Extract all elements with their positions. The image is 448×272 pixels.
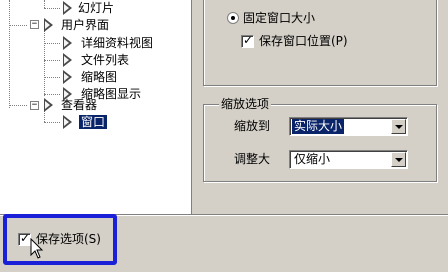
page-icon (44, 18, 54, 32)
adjust-value: 仅缩小 (294, 152, 331, 166)
tree-guide-line (44, 43, 60, 44)
page-icon (63, 115, 73, 129)
tree-guide-line (44, 94, 60, 95)
tree-item-window[interactable]: 窗口 (79, 113, 108, 131)
tree-guide-line (44, 28, 45, 96)
zoom-to-dropdown[interactable]: 实际大小 (289, 117, 408, 136)
tree-guide-line (9, 105, 27, 106)
chevron-down-icon[interactable] (391, 119, 406, 134)
zoom-to-value: 实际大小 (292, 119, 345, 134)
page-icon (44, 98, 54, 112)
tree-guide-line (44, 77, 60, 78)
tree-item-user-interface[interactable]: 用户界面 (61, 16, 109, 34)
tree-guide-line (44, 122, 60, 123)
zoom-options-group (203, 104, 437, 182)
tree-guide-line (9, 25, 27, 26)
highlight-frame (3, 214, 117, 265)
adjust-label: 调整大 (234, 152, 271, 166)
page-icon (63, 36, 73, 50)
save-window-position-label: 保存窗口位置(P) (259, 34, 348, 48)
tree-item-slideshow[interactable]: 幻灯片 (78, 0, 114, 17)
settings-tree[interactable]: 幻灯片 − 用户界面 详细资料视图 文件列表 缩略图 缩略图显示 − 查看器 窗… (0, 0, 192, 215)
tree-guide-line (44, 60, 60, 61)
tree-item-file-list[interactable]: 文件列表 (81, 51, 129, 69)
collapse-toggle-icon[interactable]: − (30, 20, 39, 29)
tree-item-thumbnails[interactable]: 缩略图 (81, 68, 117, 86)
page-icon (63, 1, 73, 15)
collapse-toggle-icon[interactable]: − (30, 101, 39, 110)
tree-guide-line (44, 0, 45, 8)
tree-item-viewer[interactable]: 查看器 (61, 96, 97, 114)
fixed-window-size-label: 固定窗口大小 (243, 11, 316, 25)
page-icon (63, 70, 73, 84)
tree-item-details-view[interactable]: 详细资料视图 (81, 34, 153, 52)
save-window-position-checkbox[interactable]: ✓ (241, 33, 254, 48)
zoom-to-label: 缩放到 (234, 119, 271, 133)
chevron-down-icon[interactable] (391, 152, 406, 167)
adjust-dropdown[interactable]: 仅缩小 (289, 150, 408, 169)
zoom-options-title: 缩放选项 (219, 96, 272, 112)
fixed-window-size-radio[interactable] (227, 12, 239, 24)
tree-guide-line (44, 8, 60, 9)
tree-guide-line (9, 0, 10, 108)
page-icon (63, 53, 73, 67)
mouse-cursor-icon (30, 238, 44, 259)
